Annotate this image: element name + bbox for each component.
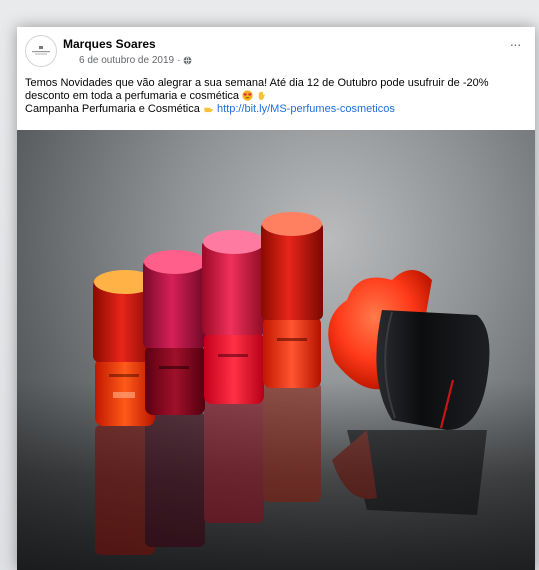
meta-separator: ·: [177, 55, 181, 66]
brand-logo-icon: [32, 46, 50, 55]
campaign-link[interactable]: http://bit.ly/MS-perfumes-cosmeticos: [217, 103, 395, 115]
page-name[interactable]: Marques Soares: [63, 37, 156, 51]
post-header: Marques Soares 6 de outubro de 2019 · ··…: [17, 27, 535, 73]
post-text: Temos Novidades que vão alegrar a sua se…: [25, 77, 530, 116]
post-text-line-3: Campanha Perfumaria e Cosmética: [25, 103, 200, 115]
more-options-button[interactable]: ···: [505, 37, 525, 53]
waving-hand-emoji-icon: [258, 91, 266, 100]
product-photo-art: [17, 212, 535, 570]
post-date[interactable]: 6 de outubro de 2019: [79, 55, 174, 66]
post-meta: 6 de outubro de 2019 ·: [79, 55, 192, 66]
avatar[interactable]: [25, 35, 57, 67]
lip-oil-bottle-4: [261, 212, 323, 388]
post-text-line-1: Temos Novidades que vão alegrar a sua se…: [25, 77, 489, 89]
lip-oil-bottle-2: [143, 250, 207, 415]
post-text-line-2-wrap: desconto em toda a perfumaria e cosmétic…: [25, 90, 530, 103]
lip-oil-bottle-3: [202, 230, 266, 404]
post-text-line-3-wrap: Campanha Perfumaria e Cosmética http://b…: [25, 103, 530, 116]
post-text-line-2: desconto em toda a perfumaria e cosmétic…: [25, 90, 240, 102]
globe-icon[interactable]: [183, 56, 192, 65]
heart-eyes-emoji-icon: [242, 90, 253, 101]
post-card: Marques Soares 6 de outubro de 2019 · ··…: [17, 27, 535, 570]
product-photo[interactable]: [17, 130, 535, 570]
pointing-hand-emoji-icon: [204, 107, 214, 113]
